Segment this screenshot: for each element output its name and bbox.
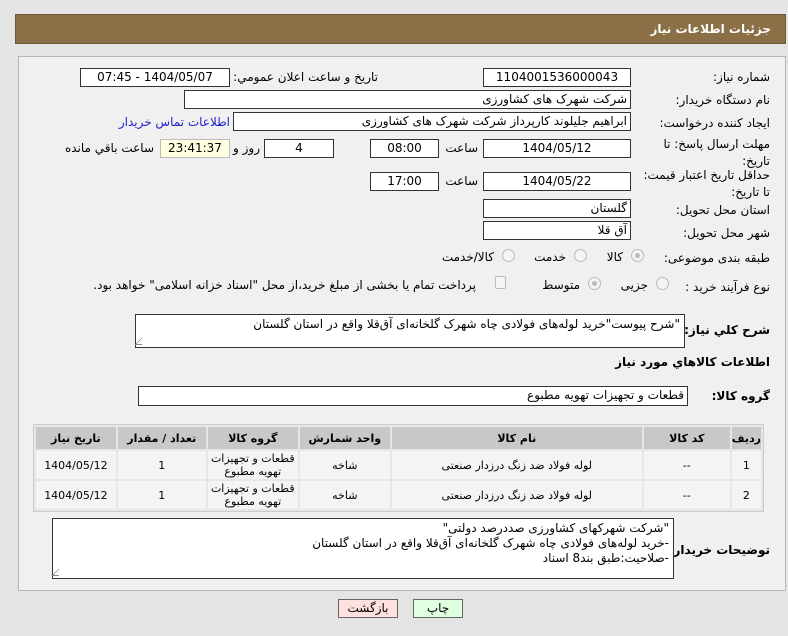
page-title: جزئیات اطلاعات نیاز — [650, 22, 771, 36]
cell-qty: 1 — [117, 481, 206, 509]
need-number-label: شماره نیاز: — [713, 70, 770, 84]
cell-name: لوله فولاد ضد زنگ درزدار صنعتی — [391, 451, 642, 479]
table-header-row: رديف کد کالا نام کالا واحد شمارش گروه کا… — [36, 427, 761, 449]
cell-date: 1404/05/12 — [36, 481, 116, 509]
city-field[interactable]: آق قلا — [483, 221, 631, 240]
process-option-minor: جزیی — [620, 278, 648, 292]
treasury-payment-checkbox[interactable] — [495, 276, 506, 289]
payment-note: پرداخت تمام یا بخشی از مبلغ خرید،از محل … — [93, 278, 476, 292]
process-option-medium: متوسط — [542, 278, 580, 292]
deadline-time-label: ساعت — [445, 141, 478, 155]
province-label: استان محل تحویل: — [675, 203, 770, 217]
col-group: گروه کالا — [207, 427, 298, 449]
buyer-field[interactable]: شرکت شهرک های کشاورزی — [184, 90, 631, 109]
days-field[interactable]: 4 — [264, 139, 334, 158]
remaining-label: ساعت باقي مانده — [64, 141, 154, 155]
process-radio-minor[interactable] — [656, 277, 669, 290]
cell-row: 1 — [731, 451, 761, 479]
announce-field[interactable]: 1404/05/07 - 07:45 — [80, 68, 230, 87]
validity-time-field[interactable]: 17:00 — [370, 172, 439, 191]
category-option-goods: کالا — [606, 250, 623, 264]
deadline-label: مهلت ارسال پاسخ: تا تاریخ: — [663, 137, 770, 168]
goods-section-title: اطلاعات کالاهاي مورد نياز — [615, 355, 770, 369]
validity-date-field[interactable]: 1404/05/22 — [483, 172, 631, 191]
category-option-both: کالا/خدمت — [441, 250, 494, 264]
category-option-service: خدمت — [534, 250, 566, 264]
category-radio-goods[interactable] — [631, 249, 644, 262]
creator-field[interactable]: ابراهیم جلیلوند کارپرداز شرکت شهرک های ک… — [233, 112, 631, 131]
province-field[interactable]: گلستان — [483, 199, 631, 218]
buyer-notes-label: توضیحات خریدار: — [668, 543, 770, 557]
days-label: روز و — [233, 141, 260, 155]
category-radio-service[interactable] — [574, 249, 587, 262]
creator-label: ايجاد کننده درخواست: — [659, 116, 770, 130]
col-name: نام کالا — [391, 427, 642, 449]
category-radio-both[interactable] — [502, 249, 515, 262]
cell-date: 1404/05/12 — [36, 451, 116, 479]
city-label: شهر محل تحویل: — [683, 226, 770, 240]
cell-row: 2 — [731, 481, 761, 509]
col-date: تاريخ نياز — [36, 427, 116, 449]
process-radio-medium[interactable] — [588, 277, 601, 290]
cell-name: لوله فولاد ضد زنگ درزدار صنعتی — [391, 481, 642, 509]
col-unit: واحد شمارش — [299, 427, 390, 449]
cell-group: قطعات و تجهیزات تهویه مطبوع — [207, 451, 298, 479]
need-number-field[interactable]: 1104001536000043 — [483, 68, 631, 87]
deadline-date-field[interactable]: 1404/05/12 — [483, 139, 631, 158]
description-textarea[interactable]: "شرح پیوست"خرید لوله‌های فولادی چاه شهرک… — [135, 314, 685, 348]
cell-code: -- — [643, 481, 730, 509]
description-label: شرح کلي نياز: — [684, 323, 770, 337]
cell-unit: شاخه — [299, 481, 390, 509]
goods-group-field[interactable]: قطعات و تجهیزات تهویه مطبوع — [138, 386, 688, 406]
goods-table: رديف کد کالا نام کالا واحد شمارش گروه کا… — [33, 424, 764, 512]
col-row: رديف — [731, 427, 761, 449]
announce-label: تاریخ و ساعت اعلان عمومي: — [233, 70, 378, 84]
buyer-notes-textarea[interactable]: "شرکت شهرکهای کشاورزی صددرصد دولتی" -خری… — [52, 518, 674, 579]
goods-group-label: گروه کالا: — [711, 389, 770, 403]
remaining-time: 23:41:37 — [160, 139, 230, 158]
category-label: طبقه بندی موضوعی: — [663, 251, 770, 265]
print-button[interactable]: چاپ — [413, 599, 463, 618]
back-button[interactable]: بازگشت — [338, 599, 398, 618]
col-code: کد کالا — [643, 427, 730, 449]
cell-code: -- — [643, 451, 730, 479]
table-row: 1 -- لوله فولاد ضد زنگ درزدار صنعتی شاخه… — [36, 451, 761, 479]
deadline-time-field[interactable]: 08:00 — [370, 139, 439, 158]
validity-label: حداقل تاریخ اعتبار قیمت: تا تاریخ: — [643, 168, 770, 199]
buyer-contact-link[interactable]: اطلاعات تماس خریدار — [119, 115, 230, 129]
cell-unit: شاخه — [299, 451, 390, 479]
table-row: 2 -- لوله فولاد ضد زنگ درزدار صنعتی شاخه… — [36, 481, 761, 509]
buyer-label: نام دستگاه خريدار: — [675, 93, 771, 107]
process-label: نوع فرآیند خرید : — [685, 280, 770, 294]
cell-group: قطعات و تجهیزات تهویه مطبوع — [207, 481, 298, 509]
validity-time-label: ساعت — [445, 174, 478, 188]
page-header: جزئیات اطلاعات نیاز — [15, 14, 786, 44]
cell-qty: 1 — [117, 451, 206, 479]
col-qty: تعداد / مقدار — [117, 427, 206, 449]
